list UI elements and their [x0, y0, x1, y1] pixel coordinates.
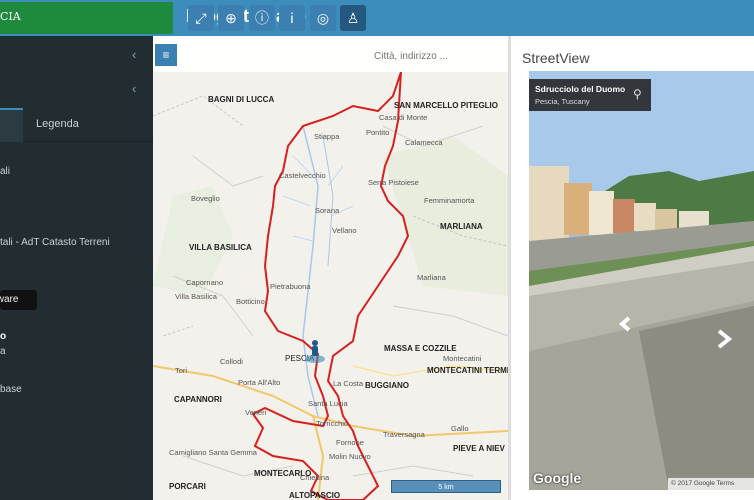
map-label: PORCARI — [169, 482, 206, 491]
sidebar-item[interactable]: a — [0, 346, 6, 357]
map-label: Serra Pistoiese — [368, 178, 419, 187]
map-label: MASSA E COZZILE — [384, 344, 457, 353]
map-label: Casa di Monte — [379, 113, 428, 122]
collapse-chevron-icon[interactable]: ‹ — [132, 81, 136, 96]
map-label: Calamecca — [405, 138, 443, 147]
map-label: ALTOPASCIO — [289, 491, 341, 500]
locate-icon[interactable]: ◎ — [310, 5, 336, 31]
map-label: PIEVE A NIEV — [453, 444, 505, 453]
sidebar-item[interactable]: ali — [0, 166, 10, 177]
top-navbar: CIA Progetto base — [0, 0, 754, 36]
map-label: Santa Lucia — [308, 399, 348, 408]
tooltip: tware — [0, 290, 37, 310]
map-label: Vellano — [332, 226, 357, 235]
map-label: Montecatini — [443, 354, 482, 363]
map-label: Tori — [175, 366, 188, 375]
map-label: Botticino — [236, 297, 265, 306]
map-label: Chiesina — [300, 473, 330, 482]
fullscreen-icon[interactable]: ⤢ — [188, 5, 214, 31]
map-label: Camigliano Santa Gemma — [169, 448, 257, 457]
streetview-info-card: Sdrucciolo del Duomo Pescia, Tuscany ⚲ — [529, 79, 651, 111]
query-info-icon[interactable]: ⅰ — [279, 5, 305, 31]
map-label: Veneri — [245, 408, 267, 417]
collapse-chevron-icon[interactable]: ‹ — [132, 47, 136, 62]
map-canvas[interactable]: BAGNI DI LUCCA SAN MARCELLO PITEGLIO VIL… — [153, 36, 508, 500]
search-input[interactable] — [374, 45, 504, 67]
sidebar-item[interactable]: o — [0, 331, 6, 342]
map-label: Porta All'Alto — [238, 378, 281, 387]
zoom-extent-icon[interactable]: ⊕ — [218, 5, 244, 31]
map-label: Villa Basilica — [175, 292, 217, 301]
map-label: Marliana — [417, 273, 446, 282]
map-label: Femminamorta — [424, 196, 475, 205]
streetview-city-name: Pescia, Tuscany — [535, 97, 590, 106]
sidebar-item[interactable]: tali - AdT Catasto Terreni — [0, 237, 110, 248]
map-label: BAGNI DI LUCCA — [208, 95, 275, 104]
map-label: MONTECATINI TERME — [427, 366, 508, 375]
map-label: Boveglio — [191, 194, 220, 203]
streetview-tool-icon[interactable]: ♙ — [340, 5, 366, 31]
brand-logo[interactable]: CIA — [0, 2, 173, 34]
streetview-image[interactable] — [529, 71, 754, 490]
map-label: BUGGIANO — [365, 381, 409, 390]
map-label: Stiappa — [314, 132, 340, 141]
map-label: VILLA BASILICA — [189, 243, 252, 252]
google-logo: Google — [533, 470, 582, 486]
info-icon[interactable]: ⓘ — [249, 5, 275, 31]
map-label: La Costa — [333, 379, 364, 388]
map-label: Castelvecchio — [279, 171, 326, 180]
streetview-scene — [529, 71, 754, 490]
map-label: Pietrabuona — [270, 282, 311, 291]
map-label: MARLIANA — [440, 222, 483, 231]
menu-toggle-icon[interactable]: ≡ — [155, 44, 177, 66]
map-label: Collodi — [220, 357, 243, 366]
map-label: Gallo — [451, 424, 469, 433]
map-label: Sorana — [315, 206, 340, 215]
map-pin-icon[interactable]: ⚲ — [633, 87, 642, 101]
map-label: Molin Nuovo — [329, 452, 371, 461]
tab-legend[interactable]: Legenda — [36, 118, 79, 130]
streetview-street-name: Sdrucciolo del Duomo — [535, 84, 626, 94]
tab-layers[interactable] — [0, 108, 23, 142]
map-label: Pontito — [366, 128, 390, 137]
scale-bar: 5 km — [391, 480, 501, 493]
map-label: CAPANNORI — [174, 395, 222, 404]
map-label: SAN MARCELLO PITEGLIO — [394, 101, 498, 110]
map-label: Traversagna — [383, 430, 425, 439]
sidebar-tabs: Legenda — [0, 108, 153, 142]
copyright-notice: © 2017 Google Terms — [668, 478, 754, 490]
sidebar: ‹ ‹ Legenda ali tali - AdT Catasto Terre… — [0, 36, 153, 500]
map-label: Fornone — [336, 438, 364, 447]
streetview-heading: StreetView — [522, 50, 590, 66]
streetview-pegman-icon[interactable] — [304, 339, 326, 365]
sidebar-item[interactable]: base — [0, 384, 22, 395]
map-label: Capornano — [186, 278, 224, 287]
map-label: Torricchio — [316, 419, 349, 428]
